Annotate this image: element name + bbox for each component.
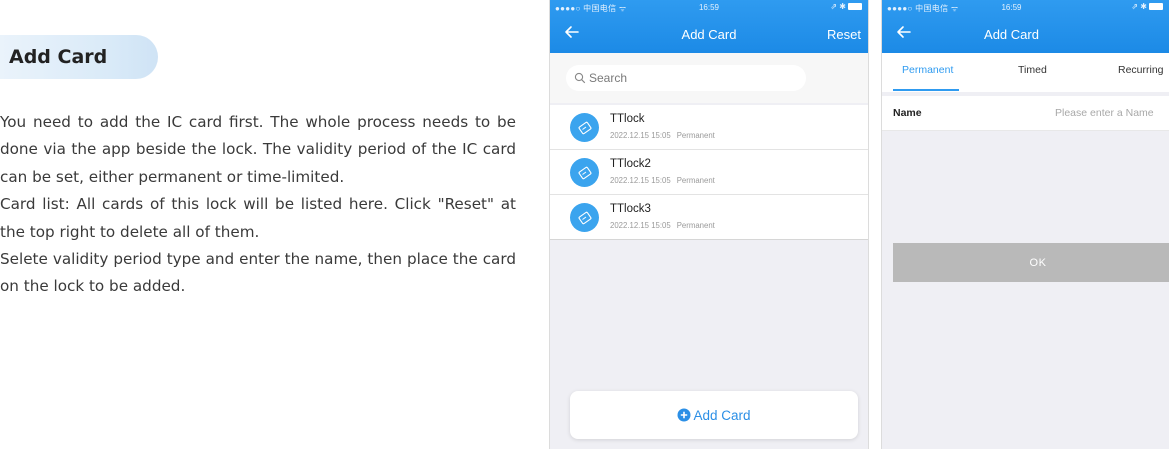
card-meta: 2022.12.15 15:05 Permanent — [610, 176, 715, 185]
screen-title: Add Card — [984, 27, 1039, 42]
card-date: 2022.12.15 15:05 — [610, 176, 671, 185]
paragraph-card-list: Card list: All cards of this lock will b… — [0, 195, 516, 241]
name-label: Name — [893, 107, 922, 119]
card-icon — [570, 158, 599, 187]
name-field[interactable] — [1022, 102, 1169, 124]
tab-permanent[interactable]: Permanent — [902, 64, 953, 76]
phone-add-card-form-screen: ●●●●○ 中国电信 ᯤ 16:59 ⇗ ✱ Add Card Permanen… — [881, 0, 1169, 449]
card-icon — [570, 203, 599, 232]
card-name: TTlock — [610, 113, 645, 125]
screen-title: Add Card — [681, 27, 737, 42]
card-type: Permanent — [676, 221, 715, 230]
card-type: Permanent — [676, 176, 715, 185]
card-list: TTlock 2022.12.15 15:05 Permanent TTlock2… — [550, 105, 868, 240]
search-placeholder: Search — [589, 71, 628, 85]
card-list-item[interactable]: TTlock3 2022.12.15 15:05 Permanent — [550, 195, 868, 240]
phone-card-list-screen: ●●●●○ 中国电信 ᯤ 16:59 ⇗ ✱ Add Card Reset Se… — [549, 0, 869, 449]
plus-circle-icon — [677, 408, 691, 422]
reset-button[interactable]: Reset — [827, 27, 861, 42]
ok-button[interactable]: OK — [893, 243, 1169, 282]
app-bar: ●●●●○ 中国电信 ᯤ 16:59 ⇗ ✱ Add Card — [882, 0, 1169, 53]
card-meta: 2022.12.15 15:05 Permanent — [610, 221, 715, 230]
app-bar: ●●●●○ 中国电信 ᯤ 16:59 ⇗ ✱ Add Card Reset — [550, 0, 868, 53]
paragraph-validity: Selete validity period type and enter th… — [0, 250, 516, 296]
card-type: Permanent — [676, 131, 715, 140]
status-icons: ⇗ ✱ — [830, 2, 862, 11]
card-name: TTlock3 — [610, 203, 651, 215]
search-area: Search — [550, 53, 868, 103]
tab-timed[interactable]: Timed — [1018, 64, 1047, 76]
search-input[interactable]: Search — [566, 65, 806, 91]
search-icon — [574, 72, 586, 84]
battery-icon — [1149, 3, 1163, 11]
validity-tabs: Permanent Timed Recurring — [882, 53, 1169, 92]
status-icons: ⇗ ✱ — [1131, 2, 1163, 11]
card-date: 2022.12.15 15:05 — [610, 131, 671, 140]
status-bar: ●●●●○ 中国电信 ᯤ 16:59 ⇗ ✱ — [882, 0, 1169, 14]
paragraph-intro: You need to add the IC card first. The w… — [0, 113, 516, 186]
card-date: 2022.12.15 15:05 — [610, 221, 671, 230]
status-bar: ●●●●○ 中国电信 ᯤ 16:59 ⇗ ✱ — [550, 0, 868, 14]
section-title: Add Card — [9, 46, 108, 68]
card-name: TTlock2 — [610, 158, 651, 170]
card-meta: 2022.12.15 15:05 Permanent — [610, 131, 715, 140]
battery-icon — [848, 3, 862, 11]
add-card-label: Add Card — [693, 407, 751, 423]
name-row: Name — [882, 96, 1169, 131]
card-icon — [570, 113, 599, 142]
body-text: You need to add the IC card first. The w… — [0, 109, 516, 301]
status-time: 16:59 — [1001, 3, 1022, 12]
status-time: 16:59 — [698, 3, 720, 12]
card-list-item[interactable]: TTlock 2022.12.15 15:05 Permanent — [550, 105, 868, 150]
tab-recurring[interactable]: Recurring — [1118, 64, 1164, 76]
add-card-button[interactable]: Add Card — [570, 391, 858, 439]
card-list-item[interactable]: TTlock2 2022.12.15 15:05 Permanent — [550, 150, 868, 195]
active-tab-indicator — [893, 89, 959, 91]
